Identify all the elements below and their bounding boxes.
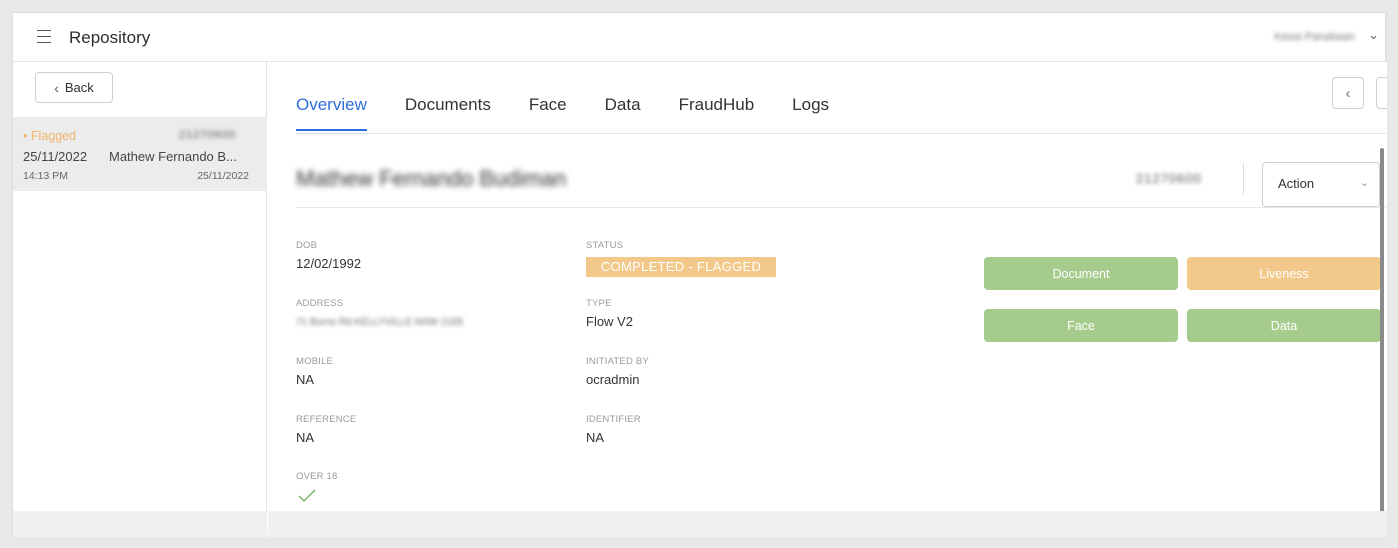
reference-value: NA bbox=[296, 430, 315, 445]
record-detail-panel: Overview Documents Face Data FraudHub Lo… bbox=[268, 62, 1387, 537]
tab-documents[interactable]: Documents bbox=[405, 95, 491, 133]
action-dropdown[interactable]: Action ⌄ bbox=[1262, 162, 1380, 207]
header-divider bbox=[1243, 163, 1244, 195]
tab-logs[interactable]: Logs bbox=[792, 95, 829, 133]
over18-label: OVER 18 bbox=[296, 471, 338, 482]
next-record-button[interactable]: › bbox=[1376, 77, 1387, 109]
app-window: Repository Kesia Panabaan ⌄ ‹ Back • Fla… bbox=[12, 12, 1387, 537]
list-item-status: • Flagged bbox=[23, 129, 77, 143]
person-name: Mathew Fernando Budiman bbox=[296, 166, 567, 191]
initiated-by-value: ocradmin bbox=[586, 372, 640, 387]
back-button[interactable]: ‹ Back bbox=[35, 72, 113, 103]
left-panel-footer bbox=[13, 511, 267, 537]
action-dropdown-label: Action bbox=[1278, 176, 1315, 191]
list-item-id: 21270600 bbox=[179, 129, 236, 141]
liveness-check-button[interactable]: Liveness bbox=[1187, 257, 1381, 290]
check-icon bbox=[298, 489, 316, 503]
address-label: ADDRESS bbox=[296, 298, 344, 309]
chevron-down-icon: ⌄ bbox=[1359, 177, 1369, 189]
record-id: 21270600 bbox=[1136, 171, 1202, 186]
hamburger-icon[interactable] bbox=[37, 30, 53, 46]
list-item-date: 25/11/2022 bbox=[23, 149, 88, 164]
tab-data[interactable]: Data bbox=[605, 95, 641, 133]
dob-label: DOB bbox=[296, 240, 318, 251]
list-item-name: Mathew Fernando B... bbox=[109, 149, 237, 164]
tab-overview[interactable]: Overview bbox=[296, 95, 367, 133]
back-button-label: Back bbox=[64, 80, 94, 95]
user-name[interactable]: Kesia Panabaan bbox=[1274, 31, 1355, 43]
data-check-button[interactable]: Data bbox=[1187, 309, 1381, 342]
list-item[interactable]: • Flagged 21270600 25/11/2022 Mathew Fer… bbox=[13, 117, 267, 191]
type-value: Flow V2 bbox=[586, 314, 633, 329]
initiated-by-label: INITIATED BY bbox=[586, 356, 649, 367]
vertical-scrollbar[interactable] bbox=[1380, 148, 1384, 537]
tab-face[interactable]: Face bbox=[529, 95, 567, 133]
identifier-label: IDENTIFIER bbox=[586, 414, 641, 425]
document-check-button[interactable]: Document bbox=[984, 257, 1178, 290]
previous-record-button[interactable]: ‹ bbox=[1332, 77, 1364, 109]
main-panel-footer bbox=[268, 511, 1387, 537]
list-item-date-secondary: 25/11/2022 bbox=[197, 170, 249, 182]
tab-fraudhub[interactable]: FraudHub bbox=[679, 95, 755, 133]
reference-label: REFERENCE bbox=[296, 414, 357, 425]
tab-bar: Overview Documents Face Data FraudHub Lo… bbox=[296, 95, 867, 133]
header-separator bbox=[296, 207, 1386, 208]
mobile-value: NA bbox=[296, 372, 315, 387]
record-list-panel: ‹ Back • Flagged 21270600 25/11/2022 Mat… bbox=[13, 62, 267, 537]
chevron-left-icon: ‹ bbox=[1345, 84, 1351, 102]
address-value: 71 Burns Rd KELLYVILLE NSW 2155 bbox=[296, 317, 464, 328]
chevron-left-icon: ‹ bbox=[54, 79, 59, 96]
top-bar: Repository Kesia Panabaan ⌄ bbox=[13, 13, 1385, 62]
dob-value: 12/02/1992 bbox=[296, 256, 362, 271]
app-title: Repository bbox=[69, 28, 151, 47]
mobile-label: MOBILE bbox=[296, 356, 334, 367]
status-badge: COMPLETED - FLAGGED bbox=[586, 257, 776, 277]
type-label: TYPE bbox=[586, 298, 612, 309]
identifier-value: NA bbox=[586, 430, 605, 445]
face-check-button[interactable]: Face bbox=[984, 309, 1178, 342]
tab-divider bbox=[296, 133, 1386, 134]
chevron-down-icon[interactable]: ⌄ bbox=[1368, 27, 1379, 43]
status-label: STATUS bbox=[586, 240, 624, 251]
list-item-time: 14:13 PM bbox=[23, 170, 68, 182]
